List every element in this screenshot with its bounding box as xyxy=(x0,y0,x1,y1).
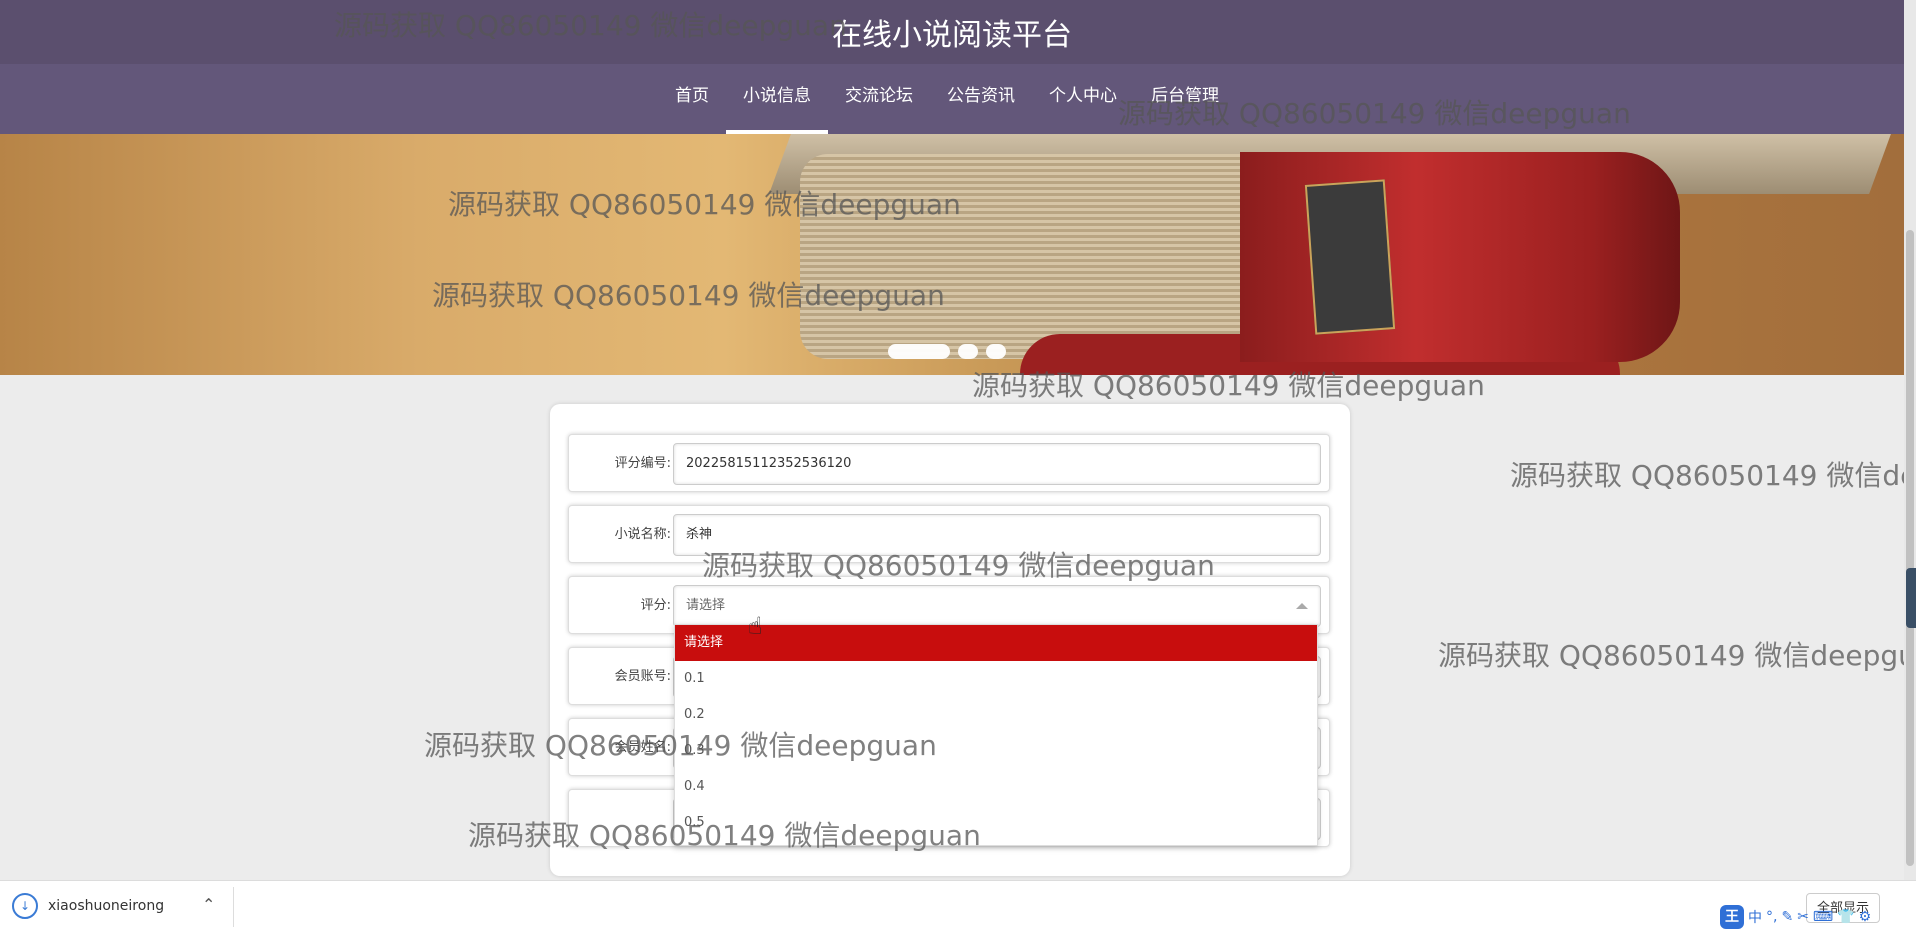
ime-mode[interactable]: 中 xyxy=(1748,907,1762,927)
main-nav: 首页 小说信息 交流论坛 公告资讯 个人中心 后台管理 xyxy=(0,64,1904,134)
banner-image-pages xyxy=(800,154,1280,359)
member-name-label: 会员姓名: xyxy=(614,740,671,755)
page-scrollbar[interactable] xyxy=(1904,0,1916,880)
nav-item-admin[interactable]: 后台管理 xyxy=(1134,64,1236,134)
file-icon: ↓ xyxy=(12,893,38,919)
watermark: 源码获取 QQ86050149 微信deepguan xyxy=(1510,459,1916,492)
form-row-novel-name: 小说名称: 杀神 xyxy=(568,505,1330,563)
keyboard-icon[interactable]: ⌨ xyxy=(1813,909,1833,925)
rating-option[interactable]: 0.2 xyxy=(675,697,1317,733)
nav-item-personal-center[interactable]: 个人中心 xyxy=(1032,64,1134,134)
member-account-label: 会员账号: xyxy=(614,669,671,684)
scissors-icon[interactable]: ✂ xyxy=(1797,909,1809,925)
ime-toolbar: 王 中 °, ✎ ✂ ⌨ 👕 ⚙ xyxy=(1720,904,1871,930)
mouse-cursor-icon: ☝ xyxy=(748,612,763,640)
ime-logo-icon[interactable]: 王 xyxy=(1720,905,1744,929)
banner-carousel xyxy=(0,134,1904,375)
rating-option[interactable]: 0.3 xyxy=(675,733,1317,769)
carousel-dot-2[interactable] xyxy=(958,344,978,359)
gear-icon[interactable]: ⚙ xyxy=(1859,909,1872,925)
rating-label: 评分: xyxy=(640,598,671,613)
watermark: 源码获取 QQ86050149 微信deepguan xyxy=(1438,639,1916,672)
carousel-dot-3[interactable] xyxy=(986,344,1006,359)
ime-punctuation-icon[interactable]: °, xyxy=(1766,909,1777,925)
rating-option[interactable]: 0.4 xyxy=(675,769,1317,805)
nav-item-home[interactable]: 首页 xyxy=(658,64,726,134)
download-filename: xiaoshuoneirong xyxy=(48,898,165,914)
site-title: 在线小说阅读平台 xyxy=(832,18,1072,53)
rating-option[interactable]: 0.1 xyxy=(675,661,1317,697)
nav-item-forum[interactable]: 交流论坛 xyxy=(828,64,930,134)
rating-id-input[interactable]: 20225815112352536120 xyxy=(673,443,1321,485)
chevron-up-icon xyxy=(1296,603,1308,609)
download-bar: ↓ xiaoshuoneirong ⌃ 全部显示 xyxy=(0,880,1916,932)
banner-image-spine xyxy=(1240,152,1680,362)
nav-item-novel-info[interactable]: 小说信息 xyxy=(726,64,828,134)
rating-select[interactable]: 请选择 xyxy=(673,585,1321,627)
rating-dropdown-list: 请选择 0.1 0.2 0.3 0.4 0.5 xyxy=(674,624,1318,846)
rating-id-label: 评分编号: xyxy=(614,456,671,471)
shirt-icon[interactable]: 👕 xyxy=(1837,909,1854,925)
divider xyxy=(233,887,234,927)
pen-icon[interactable]: ✎ xyxy=(1781,909,1793,925)
novel-name-label: 小说名称: xyxy=(614,527,671,542)
rating-option[interactable]: 请选择 xyxy=(675,625,1317,661)
site-header: 在线小说阅读平台 xyxy=(0,0,1904,64)
rating-select-value: 请选择 xyxy=(686,598,726,613)
nav-item-announcements[interactable]: 公告资讯 xyxy=(930,64,1032,134)
rating-option[interactable]: 0.5 xyxy=(675,805,1317,841)
carousel-dot-1[interactable] xyxy=(888,344,950,359)
banner-image-label xyxy=(1304,179,1396,335)
form-row-rating-id: 评分编号: 20225815112352536120 xyxy=(568,434,1330,492)
novel-name-input[interactable]: 杀神 xyxy=(673,514,1321,556)
scrollbar-thumb[interactable] xyxy=(1906,230,1914,866)
side-float-tab[interactable] xyxy=(1906,568,1916,628)
download-item[interactable]: ↓ xiaoshuoneirong xyxy=(12,893,164,919)
chevron-up-icon[interactable]: ⌃ xyxy=(202,895,215,914)
carousel-indicators xyxy=(888,344,1006,359)
